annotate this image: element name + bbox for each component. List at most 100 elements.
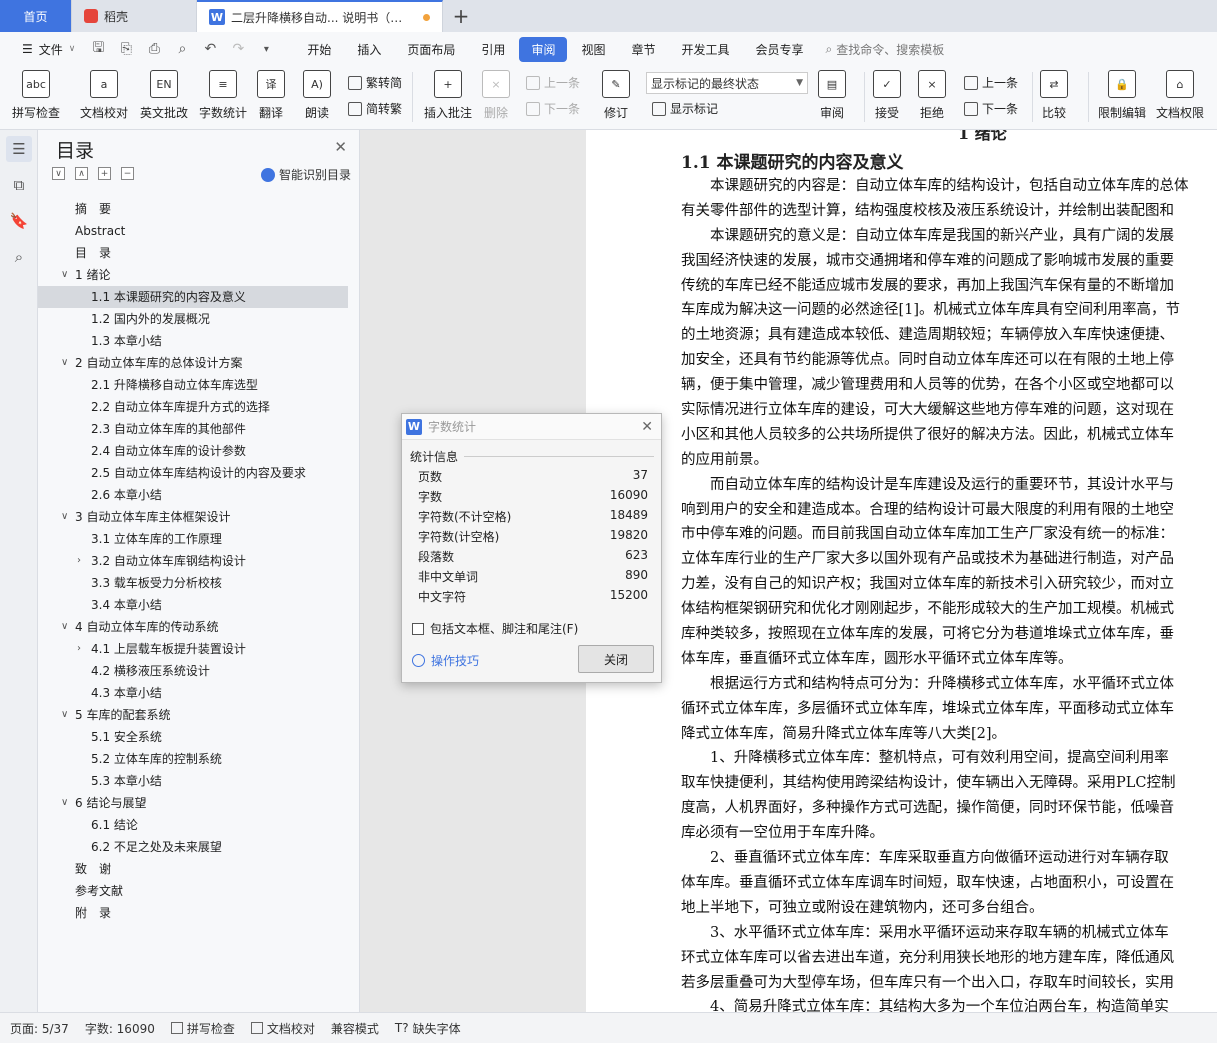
tab-daoke[interactable]: 稻壳	[72, 0, 197, 32]
review-pane-button[interactable]: ▤ 审阅	[818, 70, 846, 121]
document-page[interactable]: 1 绪论 1.1 本课题研究的内容及意义 本课题研究的内容是：自动立体车库的结构…	[586, 130, 1217, 1012]
markup-state-select[interactable]: 显示标记的最终状态 ▼	[646, 72, 808, 94]
toc-item[interactable]: 目 录	[38, 242, 360, 264]
trad-to-simp-button[interactable]: 繁转简	[348, 74, 402, 91]
toc-item[interactable]: 1.1 本课题研究的内容及意义	[38, 286, 348, 308]
menu-developer[interactable]: 开发工具	[669, 37, 741, 62]
chapter-nav-icon[interactable]: ⧉	[6, 172, 32, 198]
expand-all-icon[interactable]: +	[98, 167, 111, 180]
close-button[interactable]: 关闭	[578, 645, 654, 673]
doc-proof-status[interactable]: 文档校对	[250, 1020, 315, 1037]
toc-item[interactable]: 2.1 升降横移自动立体车库选型	[38, 374, 360, 396]
toc-item[interactable]: 1.2 国内外的发展概况	[38, 308, 360, 330]
page-indicator[interactable]: 页面: 5/37	[10, 1020, 69, 1037]
track-changes-button[interactable]: ✎ 修订	[602, 70, 630, 121]
chevron-down-icon[interactable]: ∨	[61, 616, 68, 638]
next-change-button[interactable]: 下一条	[964, 100, 1018, 117]
new-tab-button[interactable]: +	[443, 0, 479, 32]
toc-item[interactable]: 3.3 载车板受力分析校核	[38, 572, 360, 594]
toc-item[interactable]: ∨ 3 自动立体车库主体框架设计	[38, 506, 360, 528]
redo-icon[interactable]: ↷	[225, 41, 251, 57]
prev-change-button[interactable]: 上一条	[964, 74, 1018, 91]
print-icon[interactable]: ⎙	[141, 41, 167, 57]
spell-check-button[interactable]: abc 拼写检查	[12, 70, 60, 121]
file-menu[interactable]: ☰ 文件 ∨	[14, 41, 83, 58]
quick-access-dropdown-icon[interactable]: ▾	[253, 44, 279, 55]
toc-item[interactable]: 2.6 本章小结	[38, 484, 360, 506]
save-icon[interactable]: 🖫	[85, 37, 111, 61]
toc-item[interactable]: 附 录	[38, 902, 360, 924]
toc-item[interactable]: 2.4 自动立体车库的设计参数	[38, 440, 360, 462]
toc-item[interactable]: 2.2 自动立体车库提升方式的选择	[38, 396, 360, 418]
toc-item[interactable]: 1.3 本章小结	[38, 330, 360, 352]
toc-item[interactable]: 2.3 自动立体车库的其他部件	[38, 418, 360, 440]
menu-chapter[interactable]: 章节	[619, 37, 667, 62]
delete-comment-button[interactable]: × 删除	[482, 70, 510, 121]
toc-item[interactable]: 摘 要	[38, 198, 360, 220]
undo-icon[interactable]: ↶	[197, 41, 223, 57]
tab-home[interactable]: 首页	[0, 0, 72, 32]
toc-item[interactable]: 5.1 安全系统	[38, 726, 360, 748]
next-comment-button[interactable]: 下一条	[526, 100, 580, 117]
chevron-down-icon[interactable]: ∨	[61, 506, 68, 528]
chevron-right-icon[interactable]: ›	[77, 550, 81, 572]
collapse-level-icon[interactable]: ∧	[75, 167, 88, 180]
tab-document[interactable]: W 二层升降横移自动... 说明书（论文）	[197, 0, 443, 32]
toc-item[interactable]: 6.1 结论	[38, 814, 360, 836]
reject-button[interactable]: × 拒绝	[918, 70, 946, 121]
translate-button[interactable]: 译翻译	[257, 70, 285, 121]
toc-item[interactable]: ∨ 2 自动立体车库的总体设计方案	[38, 352, 360, 374]
toc-item[interactable]: 5.2 立体车库的控制系统	[38, 748, 360, 770]
export-icon[interactable]: ⎘	[113, 41, 139, 57]
bookmark-icon[interactable]: 🔖	[6, 208, 32, 234]
spell-check-status[interactable]: 拼写检查	[170, 1020, 235, 1037]
simp-to-trad-button[interactable]: 简转繁	[348, 100, 402, 117]
toc-item[interactable]: ∨ 4 自动立体车库的传动系统	[38, 616, 360, 638]
menu-member[interactable]: 会员专享	[744, 37, 816, 62]
toc-item[interactable]: 参考文献	[38, 880, 360, 902]
restrict-edit-button[interactable]: 🔒 限制编辑	[1098, 70, 1146, 121]
word-count-indicator[interactable]: 字数: 16090	[85, 1020, 155, 1037]
include-textbox-checkbox[interactable]: 包括文本框、脚注和尾注(F)	[412, 620, 578, 637]
collapse-all-icon[interactable]: −	[121, 167, 134, 180]
chevron-down-icon[interactable]: ∨	[61, 704, 68, 726]
toc-item[interactable]: › 4.1 上层载车板提升装置设计	[38, 638, 360, 660]
doc-proof-button[interactable]: a 文档校对	[80, 70, 128, 121]
close-icon[interactable]: ✕	[641, 419, 653, 435]
menu-start[interactable]: 开始	[295, 37, 343, 62]
toc-item[interactable]: 4.3 本章小结	[38, 682, 360, 704]
toc-item[interactable]: 3.1 立体车库的工作原理	[38, 528, 360, 550]
expand-level-icon[interactable]: ∨	[52, 167, 65, 180]
toc-item[interactable]: 5.3 本章小结	[38, 770, 360, 792]
search-icon[interactable]: ⌕	[6, 244, 32, 270]
word-count-button[interactable]: ≡ 字数统计	[199, 70, 247, 121]
close-icon[interactable]: ✕	[334, 138, 347, 156]
menu-insert[interactable]: 插入	[345, 37, 393, 62]
menu-review[interactable]: 审阅	[519, 36, 568, 62]
toc-item[interactable]: › 3.2 自动立体车库钢结构设计	[38, 550, 360, 572]
missing-font-status[interactable]: T? 缺失字体	[395, 1020, 461, 1037]
menu-view[interactable]: 视图	[569, 37, 617, 62]
menu-layout[interactable]: 页面布局	[395, 37, 467, 62]
toc-item[interactable]: 4.2 横移液压系统设计	[38, 660, 360, 682]
toc-item[interactable]: ∨ 5 车库的配套系统	[38, 704, 360, 726]
tips-link[interactable]: 操作技巧	[412, 652, 479, 669]
print-preview-icon[interactable]: ⌕	[169, 41, 195, 57]
compare-button[interactable]: ⇄ 比较	[1040, 70, 1068, 121]
toc-item[interactable]: 致 谢	[38, 858, 360, 880]
accept-button[interactable]: ✓ 接受	[873, 70, 901, 121]
menu-references[interactable]: 引用	[469, 37, 517, 62]
prev-comment-button[interactable]: 上一条	[526, 74, 580, 91]
toc-item[interactable]: ∨ 1 绪论	[38, 264, 360, 286]
toc-panel-icon[interactable]: ☰	[6, 136, 32, 162]
toc-item[interactable]: 3.4 本章小结	[38, 594, 360, 616]
toc-item[interactable]: 2.5 自动立体车库结构设计的内容及要求	[38, 462, 360, 484]
chevron-right-icon[interactable]: ›	[77, 638, 81, 660]
chevron-down-icon[interactable]: ∨	[61, 792, 68, 814]
toc-item[interactable]: ∨ 6 结论与展望	[38, 792, 360, 814]
insert-comment-button[interactable]: + 插入批注	[424, 70, 472, 121]
doc-permission-button[interactable]: ⌂ 文档权限	[1156, 70, 1204, 121]
show-markup-button[interactable]: 显示标记	[652, 100, 718, 117]
toc-item[interactable]: Abstract	[38, 220, 360, 242]
toc-item[interactable]: 6.2 不足之处及未来展望	[38, 836, 360, 858]
